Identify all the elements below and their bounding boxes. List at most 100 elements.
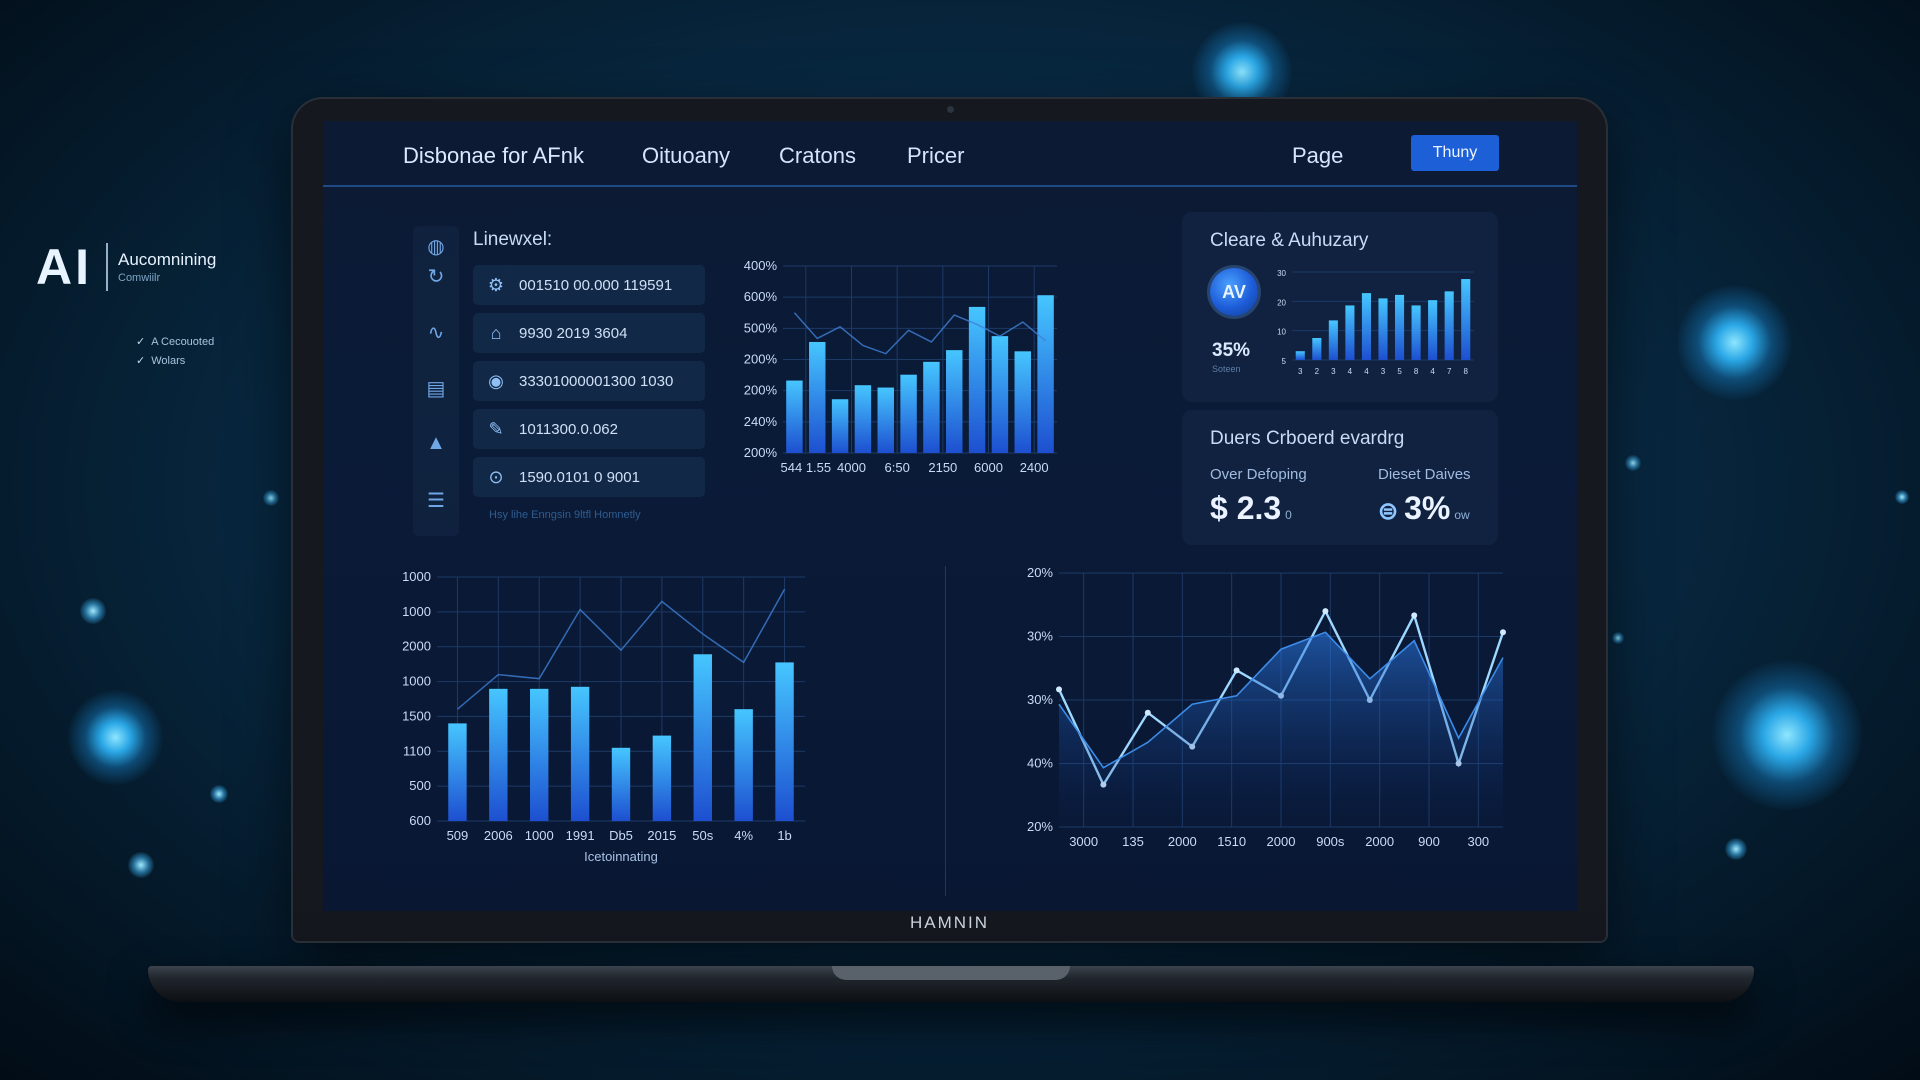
kpi-value: $ 2.3 0 [1210,490,1292,526]
x-tick-label: 1510 [1217,834,1246,849]
x-tick-label: 6:50 [885,460,910,475]
chart-bar [1312,338,1322,360]
chart-bar [1295,351,1305,360]
pen-icon: ✎ [488,418,504,439]
chart-bar [991,336,1009,453]
list-item[interactable]: ✎ 1011300.0.062 [473,409,705,449]
chart-bar [1428,300,1438,360]
list-item[interactable]: ⊙ 1590.0101 0 9001 [473,457,705,497]
x-tick-label: 3 [1381,367,1386,376]
globe-icon[interactable]: ◍ [413,234,459,259]
y-tick-label: 20% [1027,565,1053,580]
x-tick-label: 2000 [1365,834,1394,849]
database-icon[interactable]: ☰ [413,488,459,513]
chart-bar [1037,295,1054,453]
nav-item-cratons[interactable]: Cratons [779,143,856,169]
chart-bar [611,747,631,821]
check-icon: ✓ [136,355,146,367]
chart-bar [946,350,963,453]
list-item[interactable]: ⚙ 001510 00.000 119591 [473,265,705,305]
x-tick-label: 509 [447,828,469,843]
y-tick-label: 200% [744,445,778,460]
y-tick-label: 500 [409,778,431,793]
refresh-icon[interactable]: ↻ [413,264,459,289]
bokeh-dot [263,490,279,506]
glow-orb [1712,660,1862,810]
wave-icon[interactable]: ∿ [413,320,459,345]
chart-bar [1345,305,1355,360]
glow-orb [1677,285,1792,400]
bokeh-dot [128,852,154,878]
chart-bar [1328,320,1338,360]
y-tick-label: 400% [744,258,778,273]
pin-icon: ⊙ [488,466,504,487]
x-tick-label: 2 [1315,367,1320,376]
icon-sidebar: ◍ ↻ ∿ ▤ ▲ ☰ [413,226,459,536]
data-point [1500,629,1506,636]
top-navbar: Disbonae for AFnk Oituoany Cratons Price… [323,121,1577,187]
y-tick-label: 200% [744,352,778,367]
nav-item-pricer[interactable]: Pricer [907,143,964,169]
y-tick-label: 10 [1277,328,1286,337]
nav-item-oituoany[interactable]: Oituoany [642,143,730,169]
x-tick-label: 4 [1364,367,1369,376]
chart-bar [1394,294,1405,360]
x-tick-label: 50s [692,828,713,843]
list-heading: Linewxel: [473,229,553,250]
brand-subtitle: Comwiilr [118,272,161,284]
y-tick-label: 20 [1277,298,1286,307]
x-tick-label: 300 [1467,834,1489,849]
y-tick-label: 600% [744,289,778,304]
data-point [1411,612,1418,619]
network-icon: ⚙ [487,274,505,295]
x-tick-label: 900 [1418,834,1440,849]
x-tick-label: 8 [1414,367,1419,376]
y-tick-label: 1100 [403,743,431,758]
list-caption: Hsy lihe Enngsin 9ltfl Homnetly [489,509,641,521]
chart-bar [1461,279,1471,360]
chart-bar [854,385,872,453]
y-tick-label: 200% [744,383,778,398]
chart-bar [652,735,672,821]
bokeh-dot [1725,838,1747,860]
rocket-icon[interactable]: ▲ [413,432,459,455]
chart-bar [1411,305,1421,360]
kpi-card: Duers Crboerd evardrg Over Defoping $ 2.… [1182,410,1498,545]
y-tick-label: 1000 [402,569,431,584]
bokeh-dot [210,785,228,803]
kpi-label: Over Defoping [1210,466,1307,483]
y-tick-label: 30% [1027,629,1053,644]
camera-dot [946,106,954,113]
x-tick-label: 4 [1348,367,1353,376]
nav-item-page[interactable]: Page [1292,143,1343,169]
chart-bar [923,361,940,453]
bottom-right-line-chart: 20% 30% 30% 40% 20% 3000 135 2000 1510 2000 900s 20… [1027,565,1506,849]
data-point [1144,709,1151,716]
chart-bar [734,709,753,821]
panel-divider [945,566,946,896]
x-tick-label: 3 [1331,367,1336,376]
x-tick-label: 7 [1447,367,1452,376]
list-item[interactable]: ◉ 33301000001300 1030 [473,361,705,401]
list-item[interactable]: ⌂ 9930 2019 3604 [473,313,705,353]
y-tick-label: 1000 [402,674,431,689]
bokeh-dot [1625,455,1641,471]
y-tick-label: 5 [1282,357,1287,366]
x-tick-label: 4 [1430,367,1435,376]
top-bar-chart: 400%600%500%200%200%240%200%544 1.55 4000… [744,258,1057,475]
x-tick-label: 5 [1397,367,1402,376]
primary-button[interactable]: Thuny [1411,135,1499,171]
chart-bar [1378,298,1388,360]
app-title[interactable]: Disbonae for AFnk [403,143,584,169]
document-icon[interactable]: ▤ [413,376,459,401]
chart-bar [1014,351,1031,453]
x-tick-label: 900s [1316,834,1345,849]
kpi-icon: ⊜ [1378,498,1399,525]
chart-bar [831,399,849,453]
chart-bar [1361,293,1372,360]
feature-checklist: ✓ A Cecouoted ✓ Wolars [136,333,214,371]
x-tick-label: 2006 [484,828,513,843]
card-title: Duers Crboerd evardrg [1210,428,1405,449]
y-tick-label: 240% [744,414,778,429]
chart-bar [489,688,508,821]
